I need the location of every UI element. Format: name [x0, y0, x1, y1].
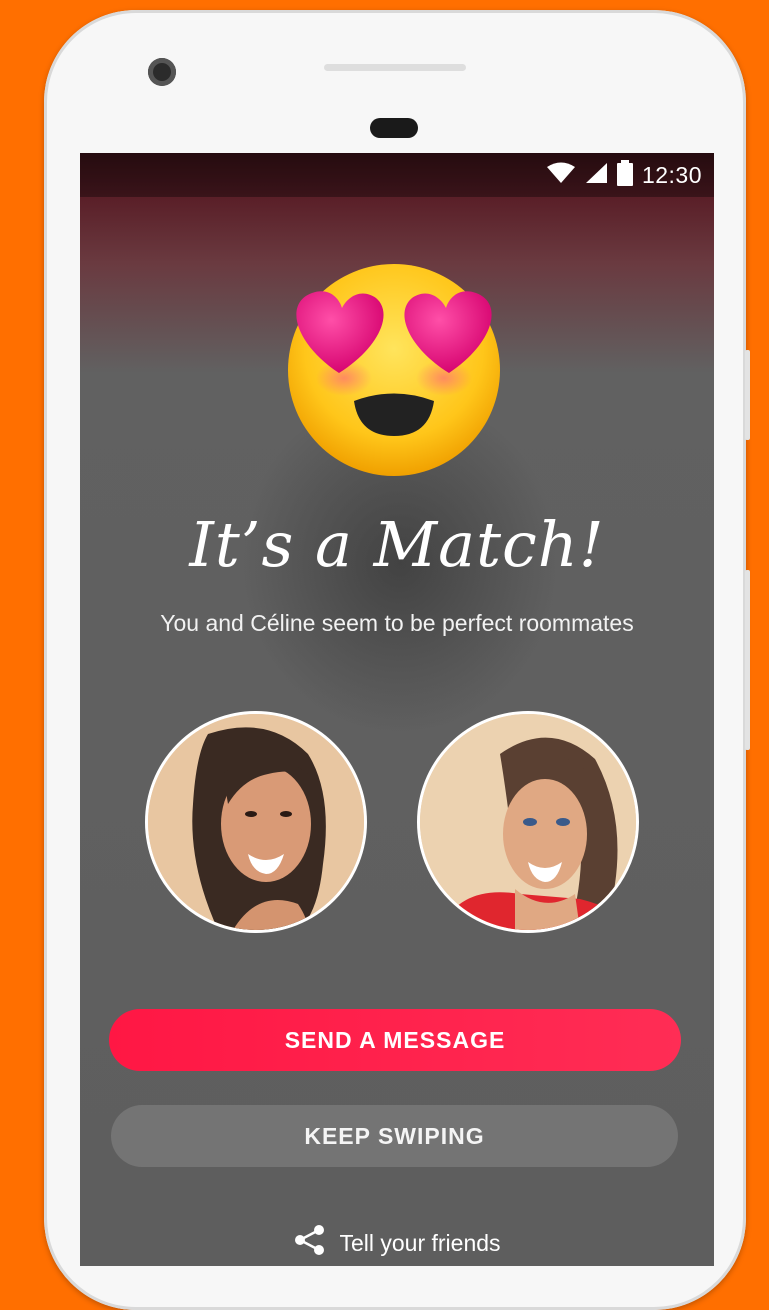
power-button [745, 570, 750, 750]
cell-signal-icon [584, 162, 608, 189]
match-subtitle: You and Céline seem to be perfect roomma… [160, 610, 634, 636]
battery-icon [616, 159, 634, 191]
share-icon [293, 1223, 327, 1263]
proximity-sensor [370, 118, 418, 138]
wifi-icon [546, 162, 576, 189]
status-icons: 12:30 [546, 159, 702, 191]
send-message-button[interactable]: SEND A MESSAGE [109, 1009, 681, 1071]
user-avatar[interactable] [145, 711, 367, 933]
tell-friends-label: Tell your friends [339, 1229, 501, 1256]
status-time: 12:30 [641, 161, 702, 188]
heart-eyes-emoji [284, 258, 504, 478]
match-screen: 12:30 It’s a Match! You and Céline seem … [80, 153, 714, 1266]
status-bar: 12:30 [80, 153, 714, 197]
match-title: It’s a Match! [189, 508, 605, 581]
keep-swiping-button[interactable]: KEEP SWIPING [111, 1105, 678, 1167]
match-avatar[interactable] [417, 711, 639, 933]
front-camera [148, 58, 176, 86]
tell-friends-link[interactable]: Tell your friends [80, 1223, 714, 1263]
earpiece-speaker [324, 64, 466, 71]
volume-button [745, 350, 750, 440]
